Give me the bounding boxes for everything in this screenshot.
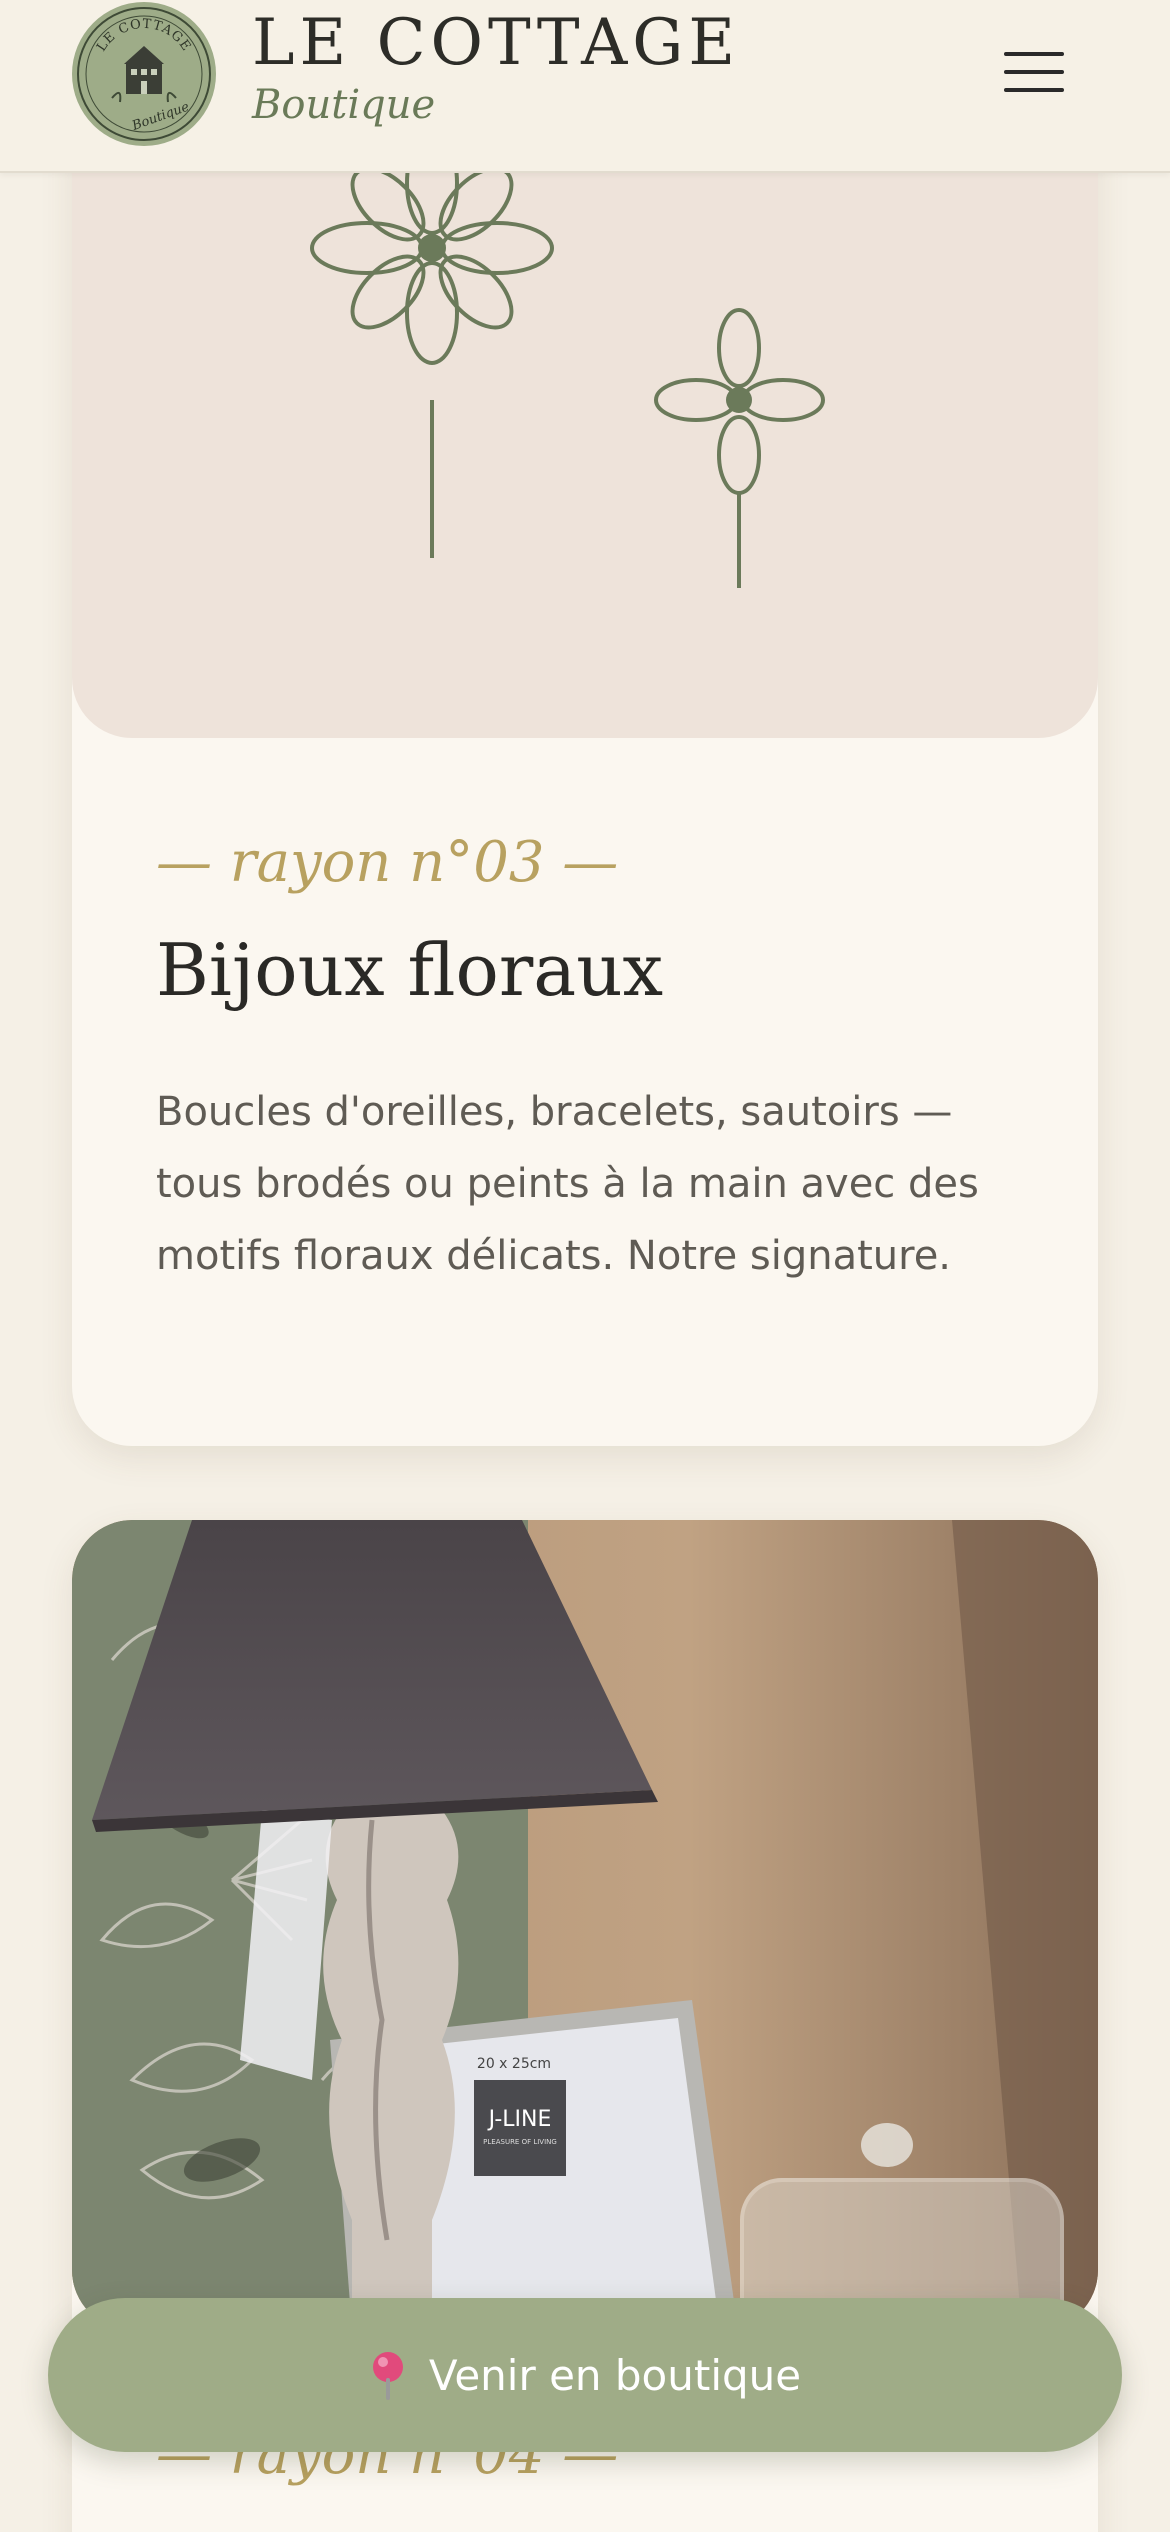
map-pin-icon — [372, 2352, 403, 2400]
category-card-bijoux[interactable]: — rayon n°03 — Bijoux floraux Boucles d'… — [72, 60, 1098, 1446]
brand-subtitle: Boutique — [252, 82, 436, 128]
brand-title: LE COTTAGE — [252, 6, 741, 80]
hamburger-icon — [1004, 52, 1064, 92]
logo-badge[interactable]: LE COTTAGE Boutique — [72, 2, 216, 146]
visit-store-button[interactable]: Venir en boutique — [48, 2298, 1122, 2452]
section-description: Boucles d'oreilles, bracelets, sautoirs … — [156, 1089, 979, 1279]
section-title: Bijoux floraux — [156, 928, 664, 1012]
lamp-and-frame-photo: 20 x 25cm J-LINE PLEASURE OF LIVING — [72, 1520, 1098, 2330]
svg-text:J-LINE: J-LINE — [487, 2107, 552, 2132]
visit-store-label: Venir en boutique — [428, 2350, 802, 2400]
cottage-logo-icon: LE COTTAGE Boutique — [77, 7, 211, 141]
menu-button[interactable] — [996, 40, 1072, 104]
svg-text:20 x 25cm: 20 x 25cm — [477, 2056, 551, 2072]
svg-text:PLEASURE OF LIVING: PLEASURE OF LIVING — [483, 2138, 557, 2146]
section-kicker: — rayon n°03 — — [156, 830, 619, 895]
site-header: LE COTTAGE Boutique LE COTTAGE Boutique — [0, 0, 1170, 173]
svg-text:Boutique: Boutique — [129, 99, 191, 134]
photo-image: 20 x 25cm J-LINE PLEASURE OF LIVING — [72, 1520, 1098, 2330]
